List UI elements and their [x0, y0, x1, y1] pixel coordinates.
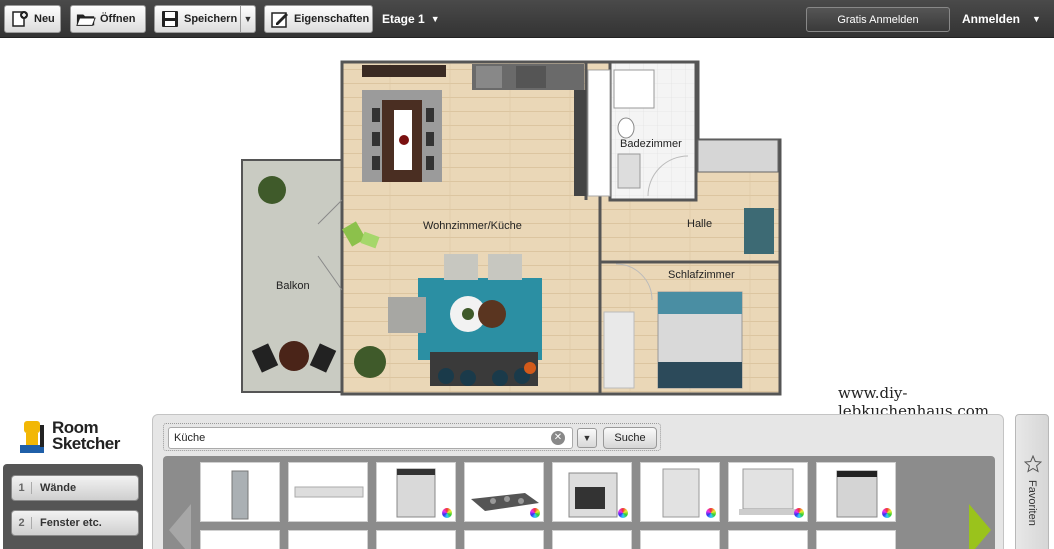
catalog-item-shelf[interactable]	[288, 462, 368, 522]
search-button[interactable]: Suche	[603, 427, 657, 449]
room-label-bathroom: Badezimmer	[620, 138, 682, 150]
top-toolbar: Neu Öffnen Speichern ▼ Eigenschaften Eta…	[0, 0, 1054, 38]
floor-label: Etage 1	[382, 12, 425, 26]
chevron-down-icon: ▼	[1032, 14, 1041, 24]
search-dropdown-icon[interactable]: ▼	[577, 428, 597, 448]
catalog-item-row2[interactable]	[200, 530, 280, 549]
properties-button-label: Eigenschaften	[294, 13, 370, 25]
catalog-item-dishwasher[interactable]	[376, 462, 456, 522]
edit-properties-icon	[270, 10, 290, 28]
scroll-left-icon[interactable]	[169, 504, 191, 549]
catalog-item-fridge[interactable]	[200, 462, 280, 522]
color-options-icon[interactable]	[882, 508, 892, 518]
save-button-label: Speichern	[184, 13, 238, 25]
room-label-living-kitchen: Wohnzimmer/Küche	[423, 220, 522, 232]
new-button[interactable]: Neu	[4, 5, 61, 33]
room-label-hall: Halle	[687, 218, 713, 230]
open-button-label: Öffnen	[100, 13, 136, 25]
favorites-tab[interactable]: Favoriten	[1015, 414, 1049, 549]
catalog-grid	[163, 456, 995, 549]
color-options-icon[interactable]	[618, 508, 628, 518]
catalog-item-wall-cabinet[interactable]	[728, 462, 808, 522]
chevron-down-icon: ▼	[430, 14, 440, 24]
steps-panel: 1 Wände 2 Fenster etc.	[3, 464, 143, 549]
floor-selector[interactable]: Etage 1 ▼	[382, 12, 440, 26]
roomsketcher-logo: Room Sketcher	[18, 414, 130, 458]
catalog-item-row2[interactable]	[816, 530, 896, 549]
login-label: Anmelden	[962, 12, 1021, 26]
properties-button[interactable]: Eigenschaften	[264, 5, 373, 33]
search-input[interactable]	[168, 427, 573, 449]
floppy-disk-icon	[160, 10, 180, 28]
step-label: Wände	[40, 482, 77, 494]
catalog-item-row2[interactable]	[464, 530, 544, 549]
step-windows[interactable]: 2 Fenster etc.	[11, 510, 139, 536]
app-window: Neu Öffnen Speichern ▼ Eigenschaften Eta…	[0, 0, 1054, 549]
login-menu[interactable]: Anmelden ▼	[962, 12, 1041, 26]
catalog-item-stove[interactable]	[816, 462, 896, 522]
roomsketcher-mascot-icon	[20, 421, 44, 453]
catalog-item-row2[interactable]	[728, 530, 808, 549]
signup-button[interactable]: Gratis Anmelden	[806, 7, 950, 32]
favorites-label: Favoriten	[1026, 480, 1038, 526]
logo-line-2: Sketcher	[52, 434, 120, 453]
catalog-item-row2[interactable]	[552, 530, 632, 549]
scroll-right-icon[interactable]	[969, 504, 991, 549]
save-button[interactable]: Speichern ▼	[154, 5, 256, 33]
product-catalog: ✕ ▼ Suche	[152, 414, 1004, 549]
step-walls[interactable]: 1 Wände	[11, 475, 139, 501]
color-options-icon[interactable]	[706, 508, 716, 518]
color-options-icon[interactable]	[442, 508, 452, 518]
folder-icon	[76, 10, 96, 28]
step-number: 1	[12, 482, 32, 494]
save-dropdown-arrow-icon[interactable]: ▼	[240, 6, 255, 32]
color-options-icon[interactable]	[530, 508, 540, 518]
room-label-balcony: Balkon	[276, 280, 310, 292]
new-file-icon	[10, 10, 30, 28]
logo-wordmark: Room Sketcher	[52, 419, 120, 453]
open-button[interactable]: Öffnen	[70, 5, 146, 33]
catalog-item-row2[interactable]	[376, 530, 456, 549]
clear-icon[interactable]: ✕	[551, 431, 565, 445]
new-button-label: Neu	[34, 13, 55, 25]
catalog-item-oven[interactable]	[552, 462, 632, 522]
catalog-item-cooktop[interactable]	[464, 462, 544, 522]
step-label: Fenster etc.	[40, 517, 102, 529]
star-icon	[1024, 455, 1042, 473]
floorplan-drawing	[241, 60, 782, 396]
color-options-icon[interactable]	[794, 508, 804, 518]
catalog-item-row2[interactable]	[640, 530, 720, 549]
room-label-bedroom: Schlafzimmer	[668, 269, 735, 281]
step-number: 2	[12, 517, 32, 529]
floorplan-canvas[interactable]: Wohnzimmer/Küche Badezimmer Halle Schlaf…	[0, 38, 1054, 410]
catalog-item-row2[interactable]	[288, 530, 368, 549]
catalog-item-cabinet[interactable]	[640, 462, 720, 522]
